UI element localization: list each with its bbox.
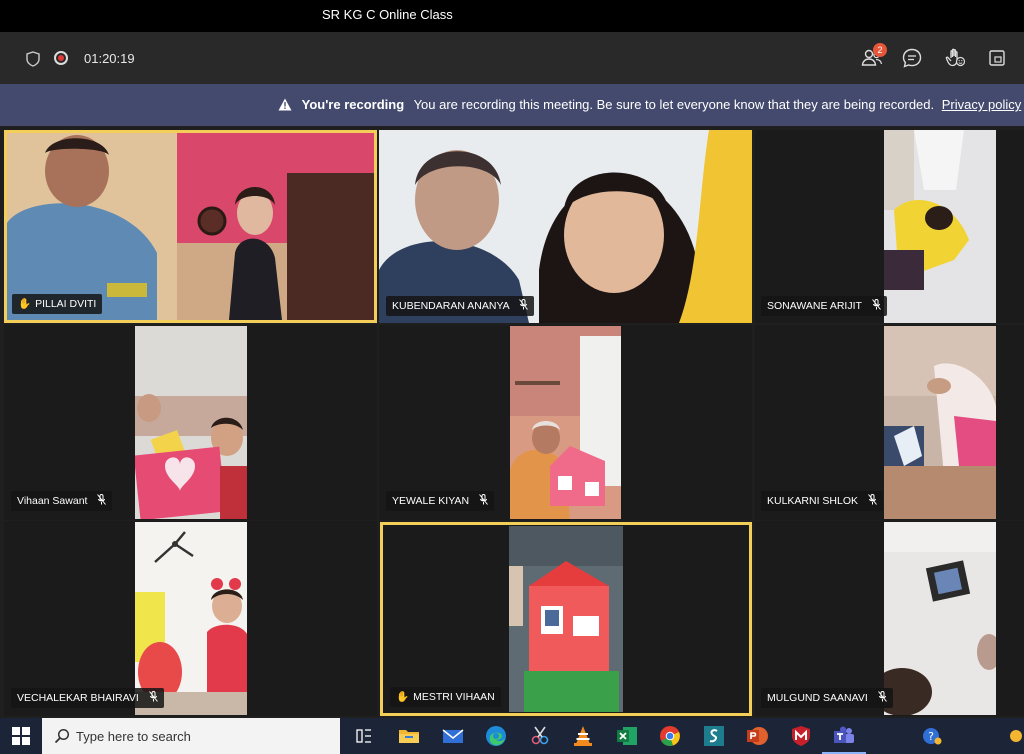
video-grid: ✋ PILLAI DVITI KUBENDARAN ANANYA SONAWAN…	[0, 126, 1024, 718]
teams-meeting-window: SR KG C Online Class 01:20:19 2 You're r…	[0, 0, 1024, 754]
participant-tile[interactable]: KULKARNI SHLOK	[755, 325, 1024, 520]
mic-muted-icon	[871, 299, 881, 310]
powerpoint-icon[interactable]	[745, 724, 769, 748]
participant-video	[7, 133, 374, 320]
windows-start-icon[interactable]	[12, 727, 30, 745]
participant-video	[884, 130, 996, 323]
reactions-button[interactable]	[943, 46, 967, 70]
participant-name-tag: Vihaan Sawant	[11, 491, 113, 511]
participant-name-tag: YEWALE KIYAN	[386, 491, 494, 511]
participant-video	[884, 522, 996, 715]
vlc-icon[interactable]	[571, 724, 595, 748]
participant-tile[interactable]: Vihaan Sawant	[4, 325, 377, 520]
participant-video	[379, 130, 752, 323]
mic-muted-icon	[148, 691, 158, 702]
recording-banner: You're recording You are recording this …	[0, 84, 1024, 126]
participant-video	[509, 526, 623, 712]
privacy-policy-link[interactable]: Privacy policy	[942, 97, 1021, 112]
mcafee-icon[interactable]	[789, 724, 813, 748]
participant-tile[interactable]: VECHALEKAR BHAIRAVI	[4, 521, 377, 716]
mic-muted-icon	[519, 299, 528, 310]
participant-tile[interactable]: KUBENDARAN ANANYA	[379, 130, 752, 323]
snipping-tool-icon[interactable]	[528, 724, 552, 748]
search-placeholder: Type here to search	[76, 729, 191, 744]
participants-badge: 2	[873, 43, 887, 57]
file-explorer-icon[interactable]	[397, 724, 421, 748]
participant-tile[interactable]: MULGUND SAANAVI	[755, 521, 1024, 716]
participant-video	[135, 326, 247, 519]
participant-video	[135, 522, 247, 715]
banner-heading: You're recording	[301, 97, 405, 112]
participant-tile[interactable]: ✋ MESTRI VIHAAN	[380, 522, 752, 716]
help-icon[interactable]: ?	[920, 724, 944, 748]
participant-tile[interactable]: SONAWANE ARIJIT	[755, 130, 1024, 323]
windows-taskbar: Type here to search ?	[0, 718, 1024, 754]
participant-video	[510, 326, 621, 519]
edge-icon[interactable]	[484, 724, 508, 748]
chrome-icon[interactable]	[658, 724, 682, 748]
window-title: SR KG C Online Class	[322, 7, 453, 22]
chat-icon	[902, 48, 922, 68]
participants-button[interactable]: 2	[860, 43, 887, 70]
participant-tile[interactable]: YEWALE KIYAN	[379, 325, 752, 520]
participant-name-tag: ✋ MESTRI VIHAAN	[390, 687, 501, 707]
participant-name-tag: KULKARNI SHLOK	[761, 491, 883, 511]
teams-icon[interactable]	[832, 724, 856, 748]
participant-name-tag: MULGUND SAANAVI	[761, 688, 893, 708]
participant-name-tag: SONAWANE ARIJIT	[761, 296, 887, 316]
participant-video	[884, 326, 996, 519]
svg-text:?: ?	[928, 730, 934, 743]
shield-icon[interactable]	[26, 51, 40, 67]
raised-hand-icon: ✋	[396, 691, 410, 703]
participant-name-tag: ✋ PILLAI DVITI	[12, 294, 103, 314]
pop-out-button[interactable]	[985, 46, 1009, 70]
raise-hand-icon	[945, 48, 966, 67]
recording-indicator-icon	[54, 51, 68, 65]
mic-muted-icon	[479, 494, 488, 505]
mic-muted-icon	[97, 494, 107, 505]
meeting-controls-bar: 01:20:19 2	[0, 32, 1024, 84]
sway-icon[interactable]	[702, 724, 726, 748]
task-view-icon[interactable]	[352, 724, 376, 748]
raised-hand-icon: ✋	[18, 298, 32, 310]
pop-out-icon	[989, 50, 1005, 66]
mic-muted-icon	[868, 494, 877, 505]
excel-icon[interactable]	[615, 724, 639, 748]
taskbar-search-box[interactable]: Type here to search	[42, 718, 340, 754]
banner-message: You are recording this meeting. Be sure …	[413, 97, 935, 112]
search-icon	[54, 728, 70, 744]
participant-name-tag: KUBENDARAN ANANYA	[386, 296, 535, 316]
mail-icon[interactable]	[441, 724, 465, 748]
mic-muted-icon	[877, 691, 887, 702]
warning-icon	[278, 98, 292, 111]
title-bar: SR KG C Online Class	[0, 0, 1024, 32]
participant-tile[interactable]: ✋ PILLAI DVITI	[4, 130, 377, 323]
participant-name-tag: VECHALEKAR BHAIRAVI	[11, 688, 164, 708]
meeting-timer: 01:20:19	[84, 51, 135, 66]
weather-icon[interactable]	[1004, 724, 1024, 748]
chat-button[interactable]	[900, 46, 924, 70]
